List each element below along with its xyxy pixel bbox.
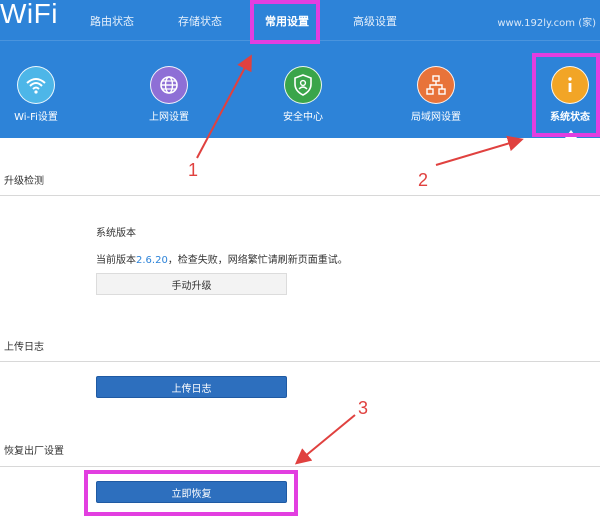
step-number-2: 2 — [418, 170, 429, 190]
globe-icon — [150, 66, 188, 104]
shield-icon — [284, 66, 322, 104]
section-divider — [0, 195, 600, 196]
tab-storage-status[interactable]: 存储状态 — [178, 13, 222, 29]
arrow-2 — [435, 135, 524, 166]
highlight-restore-button — [84, 470, 298, 516]
nav-label-security: 安全中心 — [283, 112, 323, 123]
brand-logo: WiFi — [0, 0, 58, 29]
nav-label-lan: 局域网设置 — [411, 112, 461, 123]
highlight-common-settings — [250, 0, 320, 44]
manual-upgrade-button[interactable]: 手动升级 — [96, 273, 287, 295]
nav-item-lan-settings[interactable]: 局域网设置 — [396, 66, 476, 123]
site-watermark: www.192ly.com (家) — [497, 18, 596, 29]
nav-item-security-center[interactable]: 安全中心 — [263, 66, 343, 123]
nav-item-internet-settings[interactable]: 上网设置 — [129, 66, 209, 123]
section-divider — [0, 466, 600, 467]
upgrade-status: ，检查失败，网络繁忙请刷新页面重试。 — [167, 255, 348, 266]
section-divider — [0, 361, 600, 362]
current-version-prefix: 当前版本 — [96, 255, 136, 266]
version-number: 2.6.20 — [136, 255, 168, 266]
section-title-log: 上传日志 — [4, 342, 44, 353]
upload-log-button[interactable]: 上传日志 — [96, 376, 287, 398]
nav-label-internet: 上网设置 — [149, 112, 189, 123]
nav-item-wifi-settings[interactable]: Wi-Fi设置 — [0, 66, 76, 123]
step-number-1: 1 — [188, 160, 199, 180]
arrow-3 — [294, 414, 356, 465]
step-number-3: 3 — [358, 398, 369, 418]
tab-advanced-settings[interactable]: 高级设置 — [353, 13, 397, 29]
current-version-text: 当前版本2.6.20，检查失败，网络繁忙请刷新页面重试。 — [96, 251, 348, 266]
wifi-icon — [17, 66, 55, 104]
highlight-system-status — [532, 53, 600, 137]
network-icon — [417, 66, 455, 104]
section-title-upgrade: 升级检测 — [4, 176, 44, 187]
system-version-label: 系统版本 — [96, 228, 136, 239]
tab-router-status[interactable]: 路由状态 — [90, 13, 134, 29]
section-title-restore: 恢复出厂设置 — [4, 446, 64, 457]
nav-label-wifi: Wi-Fi设置 — [14, 112, 58, 123]
